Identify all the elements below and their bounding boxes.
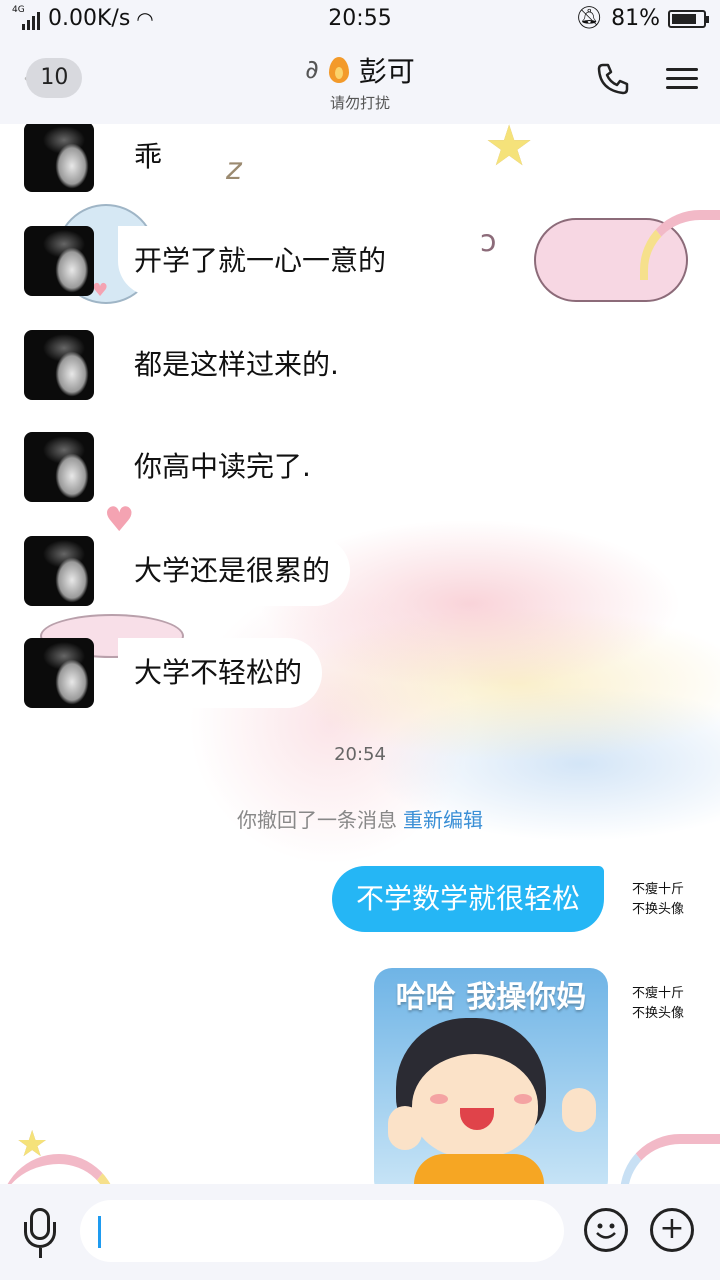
plus-icon[interactable]: +: [650, 1208, 694, 1252]
self-name-line2: 不换头像: [632, 1006, 685, 1021]
contact-avatar[interactable]: [24, 536, 94, 606]
status-bar: 4G 0.00K/s ◠ 20:55 🔕︎ 81%: [0, 0, 720, 40]
sticker-kid-body: [414, 1154, 544, 1184]
recall-notice: 你撤回了一条消息 重新编辑: [0, 804, 720, 833]
message-bubble[interactable]: 开学了就一心一意的: [118, 226, 407, 296]
battery-percent: 81%: [611, 6, 660, 31]
ear-icon: ∂: [305, 55, 319, 85]
chat-title: 彭可: [358, 55, 415, 88]
message-input[interactable]: [80, 1200, 564, 1262]
chat-header: ‹ 10 ∂ 彭可 请勿打扰: [0, 40, 720, 124]
contact-avatar[interactable]: [24, 226, 94, 296]
re-edit-link[interactable]: 重新编辑: [403, 808, 483, 832]
mute-bell-icon: 🔕︎: [575, 6, 604, 31]
status-right: 🔕︎ 81%: [575, 6, 709, 31]
heart-decoration: ♥: [104, 500, 135, 540]
recall-text: 你撤回了一条消息: [237, 808, 397, 832]
swirl-decoration: ↄ: [480, 224, 497, 259]
message-bubble[interactable]: 乖: [118, 124, 182, 192]
phone-icon[interactable]: [596, 62, 630, 100]
self-name-line2: 不换头像: [632, 902, 685, 917]
outgoing-message-bubble[interactable]: 不学数学就很轻松: [331, 866, 604, 932]
menu-icon[interactable]: [666, 62, 698, 95]
message-timestamp: 20:54: [334, 744, 386, 765]
sticker-kid-hand: [562, 1088, 596, 1132]
text-caret: [98, 1216, 101, 1248]
sticker-kid-cheek: [430, 1094, 448, 1104]
contact-avatar[interactable]: [24, 330, 94, 400]
contact-avatar[interactable]: [24, 638, 94, 708]
rainbow-decoration-right: [620, 1134, 720, 1184]
sticker-message[interactable]: 哈哈 我操你妈: [374, 968, 608, 1184]
message-bubble[interactable]: 你高中读完了.: [118, 432, 331, 502]
message-bubble[interactable]: 都是这样过来的.: [118, 330, 359, 400]
message-bubble[interactable]: 大学还是很累的: [118, 536, 351, 606]
self-name-line1: 不瘦十斤: [632, 986, 685, 1001]
emoji-icon[interactable]: [584, 1208, 628, 1252]
flame-icon: [328, 57, 349, 83]
microphone-icon[interactable]: [24, 1208, 58, 1258]
sticker-kid-cheek: [514, 1094, 532, 1104]
sticker-caption: 哈哈 我操你妈: [395, 980, 587, 1015]
self-name-line1: 不瘦十斤: [632, 882, 685, 897]
sticker-kid-hand: [388, 1106, 422, 1150]
battery-icon: [668, 9, 709, 28]
contact-avatar[interactable]: [24, 432, 94, 502]
contact-avatar[interactable]: [24, 124, 94, 192]
heart-decoration-small: ♥: [92, 280, 109, 301]
self-avatar-text[interactable]: 不瘦十斤 不换头像: [632, 984, 716, 1024]
input-bar: +: [0, 1184, 720, 1280]
message-bubble[interactable]: 大学不轻松的: [118, 638, 323, 708]
zzz-decoration: z: [226, 152, 242, 187]
chat-area[interactable]: ★ z ♥ ♥ ↄ ★ 乖 开学了就一心一意的 都是这样过来的. 你高中读完了.…: [0, 124, 720, 1184]
self-avatar-text[interactable]: 不瘦十斤 不换头像: [632, 880, 716, 920]
sticker-kid-face: [412, 1054, 538, 1158]
star-decoration: ★: [484, 124, 535, 179]
